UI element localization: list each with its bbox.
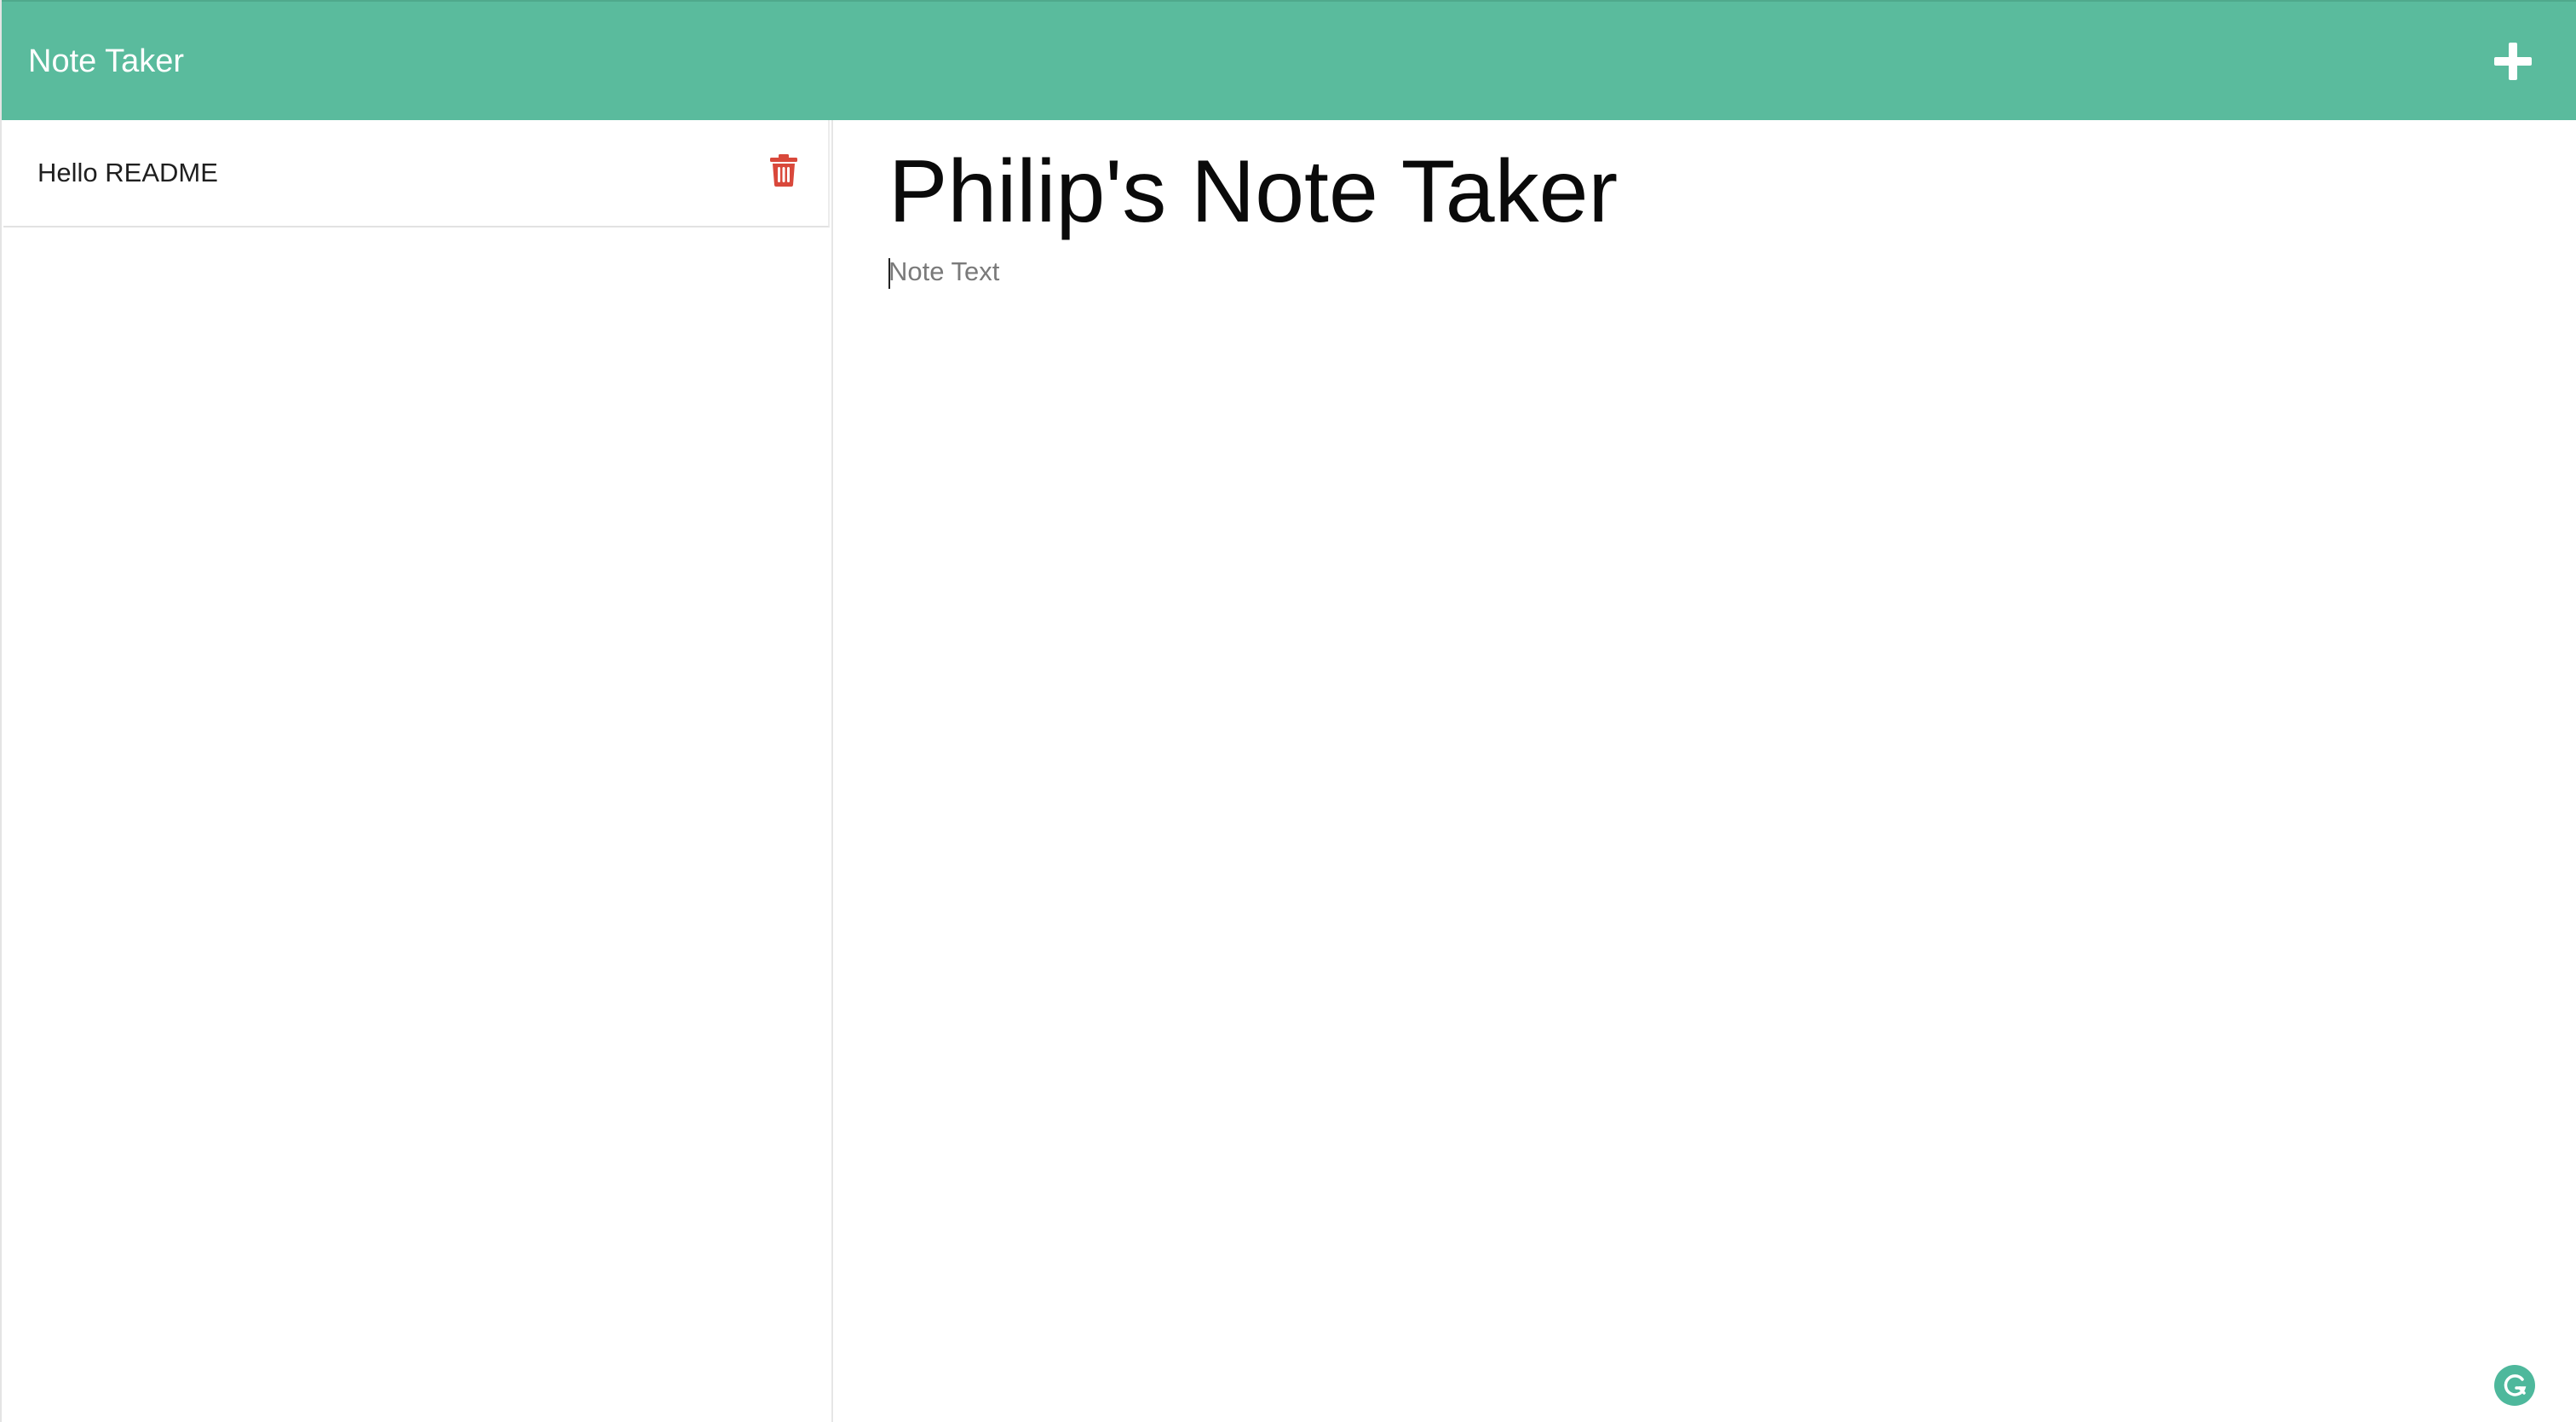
plus-icon — [2494, 43, 2532, 80]
note-title-input[interactable] — [888, 141, 2507, 243]
top-navbar: Note Taker — [2, 0, 2576, 120]
note-taker-app: Note Taker Hello README — [0, 0, 2576, 1422]
note-editor — [835, 120, 2576, 1422]
grammarly-icon — [2504, 1374, 2527, 1396]
new-note-button[interactable] — [2489, 37, 2537, 85]
grammarly-button[interactable] — [2494, 1365, 2535, 1406]
navbar-brand[interactable]: Note Taker — [28, 39, 184, 83]
text-cursor — [888, 258, 890, 289]
notes-sidebar: Hello README — [2, 120, 833, 1422]
list-item[interactable]: Hello README — [3, 120, 830, 227]
note-item-title: Hello README — [37, 158, 218, 187]
note-text-input[interactable] — [888, 255, 2507, 1362]
delete-note-button[interactable] — [770, 154, 797, 187]
trash-icon — [770, 154, 797, 187]
